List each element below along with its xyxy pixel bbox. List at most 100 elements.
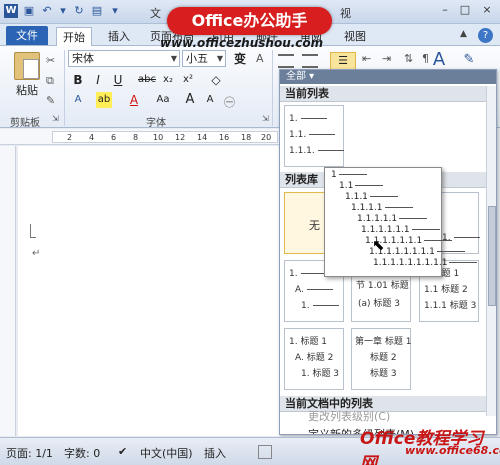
font-size-combo[interactable]: 小五 ▼ [182, 50, 226, 67]
char-border-icon[interactable]: A [256, 52, 264, 65]
list-item: 1.1 标题 2 [424, 285, 468, 295]
list-item: 第一章 标题 1 [355, 337, 412, 347]
minimize-button[interactable]: – [436, 2, 454, 18]
open-folder-icon[interactable]: ▤ [90, 4, 104, 18]
text-effect-icon[interactable]: A [70, 92, 86, 108]
gallery-scrollbar[interactable] [486, 86, 496, 416]
tab-view[interactable]: 视图 [338, 27, 372, 46]
list-item: 1.1. [289, 130, 335, 140]
list-item: A. [295, 285, 333, 295]
format-painter-icon[interactable]: ✎ [46, 94, 55, 107]
list-item: 1. [289, 269, 327, 279]
ruler-number: 14 [197, 133, 208, 142]
list-item: 1. 标题 3 [301, 369, 340, 379]
ruler-number: 16 [219, 133, 230, 142]
list-item: 节 1.01 标题 [356, 281, 409, 291]
horizontal-ruler[interactable]: 2 4 6 8 10 12 14 16 18 20 [0, 129, 280, 145]
word-app-icon[interactable]: W [4, 4, 18, 18]
ruler-number: 6 [111, 133, 117, 142]
help-icon[interactable]: ? [478, 28, 493, 43]
increase-indent-icon[interactable]: ⇥ [382, 52, 391, 65]
ruler-number: 2 [67, 133, 73, 142]
group-divider [272, 50, 273, 126]
bullets-icon[interactable] [278, 54, 294, 68]
font-name-combo[interactable]: 宋体 ▼ [68, 50, 180, 67]
customize-quick-access-icon[interactable]: ▾ [108, 4, 122, 18]
numbering-icon[interactable] [302, 54, 318, 68]
list-item: 1.1.1. [289, 146, 344, 156]
clipboard-group-label: 剪贴板 [10, 118, 40, 129]
list-item: (a) 标题 3 [358, 299, 400, 309]
maximize-button[interactable]: □ [456, 2, 474, 18]
multilevel-list-button[interactable]: ☰ [330, 52, 356, 70]
superscript-button[interactable]: x² [180, 72, 196, 88]
tab-home[interactable]: 开始 [56, 27, 92, 46]
list-library-tile[interactable]: 第一章 标题 1 标题 2 标题 3 [351, 328, 411, 390]
preview-line: 1.1.1 [345, 192, 398, 202]
chevron-down-icon: ▼ [170, 54, 177, 63]
ruler-number: 12 [175, 133, 186, 142]
font-launcher-icon[interactable]: ⇲ [262, 114, 269, 123]
font-name-value: 宋体 [72, 52, 94, 65]
grow-font-button[interactable]: A [182, 92, 198, 108]
page-count[interactable]: 页面: 1/1 [6, 445, 53, 461]
preview-line: 1.1.1.1 [351, 203, 413, 213]
decrease-indent-icon[interactable]: ⇤ [362, 52, 371, 65]
preview-line: 1.1 [339, 181, 383, 191]
change-case-button[interactable]: Aa [152, 92, 174, 108]
none-label: 无 [309, 219, 320, 232]
clipboard-launcher-icon[interactable]: ⇲ [52, 114, 59, 123]
font-color-button[interactable]: A [126, 92, 142, 108]
watermark-url: www.officezhushou.com [160, 36, 324, 50]
margin-corner-mark [30, 224, 36, 238]
clear-formatting-icon[interactable]: ◇ [208, 72, 224, 88]
save-icon[interactable]: ▣ [22, 4, 36, 18]
preview-line: 1.1.1.1.1 [357, 214, 427, 224]
shrink-font-button[interactable]: A [202, 92, 218, 108]
language-indicator[interactable]: 中文(中国) [140, 445, 193, 461]
preview-line: 1.1.1.1.1.1.1.1.1 [373, 258, 477, 268]
copy-icon[interactable]: ⧉ [46, 74, 54, 88]
gallery-filter-dropdown[interactable]: 全部 ▾ [280, 70, 496, 84]
subscript-button[interactable]: x₂ [160, 72, 176, 88]
undo-dropdown-icon[interactable]: ▾ [56, 4, 70, 18]
enclose-char-icon[interactable]: ㊀ [224, 94, 235, 110]
bold-button[interactable]: B [70, 72, 86, 88]
insert-mode-indicator[interactable]: 插入 [204, 445, 226, 461]
cut-icon[interactable]: ✂ [46, 54, 55, 67]
watermark-badge: Office办公助手 [167, 7, 332, 35]
phonetic-guide-button[interactable]: 变 [230, 51, 250, 67]
proofing-icon[interactable]: ✔ [118, 445, 127, 458]
list-library-tile[interactable]: 1. 标题 1 A. 标题 2 1. 标题 3 [284, 328, 344, 390]
tab-file[interactable]: 文件 [6, 26, 48, 45]
list-item: 1. [301, 301, 339, 311]
list-item: 标题 3 [370, 369, 397, 379]
ruler-track: 2 4 6 8 10 12 14 16 18 20 [52, 131, 278, 143]
current-list-tile[interactable]: 1. 1.1. 1.1.1. [284, 105, 344, 167]
undo-icon[interactable]: ↶ [40, 4, 54, 18]
document-page[interactable]: ↵ [18, 146, 280, 436]
word-count[interactable]: 字数: 0 [64, 445, 100, 461]
print-layout-view-icon[interactable] [258, 445, 272, 459]
tab-insert[interactable]: 插入 [102, 27, 136, 46]
font-size-value: 小五 [186, 52, 208, 65]
title-fragment: 视 [340, 7, 351, 20]
minimize-ribbon-icon[interactable]: ▲ [460, 29, 467, 39]
scrollbar-thumb[interactable] [488, 206, 496, 306]
highlight-button[interactable]: ab [96, 92, 112, 108]
watermark-url-bottom: www.office68.com [405, 444, 500, 457]
font-group-label: 字体 [146, 118, 166, 129]
underline-button[interactable]: U [110, 72, 126, 88]
paste-button-label[interactable]: 粘贴 [16, 82, 38, 98]
paragraph-mark: ↵ [32, 248, 41, 259]
ruler-number: 8 [133, 133, 139, 142]
close-button[interactable]: × [478, 2, 496, 18]
redo-icon[interactable]: ↻ [72, 4, 86, 18]
sort-icon[interactable]: ⇅ [404, 52, 413, 65]
strikethrough-button[interactable]: abc [136, 72, 158, 88]
paste-icon[interactable] [14, 52, 40, 80]
italic-button[interactable]: I [90, 72, 106, 88]
current-list-header: 当前列表 [280, 86, 496, 102]
vertical-ruler[interactable] [0, 146, 16, 436]
list-preview-popup: 1 1.1 1.1.1 1.1.1.1 1.1.1.1.1 1.1.1.1.1.… [324, 167, 447, 277]
